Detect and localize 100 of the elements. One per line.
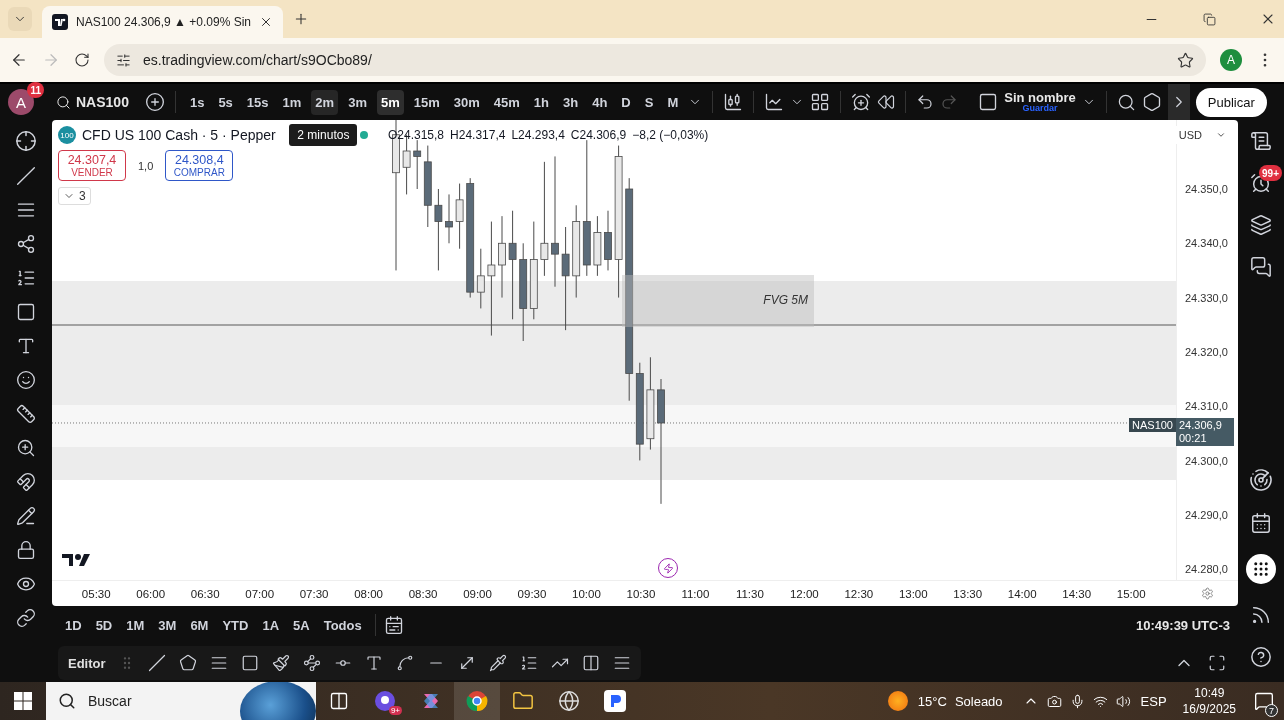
weather-condition[interactable]: Soleado [954, 693, 1003, 709]
interval-tab[interactable]: 15s [242, 89, 273, 115]
interval-tab[interactable]: 4h [588, 89, 612, 115]
windows-logo-icon[interactable] [14, 692, 32, 710]
range-button[interactable]: Todos [318, 613, 367, 637]
back-icon[interactable] [10, 51, 28, 69]
help-icon[interactable] [1250, 646, 1272, 668]
text-icon[interactable] [364, 654, 383, 672]
pencil-icon[interactable] [16, 506, 36, 526]
interval-tab[interactable]: 1h [529, 89, 553, 115]
interval-tab[interactable]: D [617, 89, 635, 115]
url-text[interactable]: es.tradingview.com/chart/s9OCbo89/ [143, 52, 372, 68]
sun-icon[interactable] [887, 691, 908, 711]
speaker-icon[interactable] [1115, 693, 1131, 709]
wifi-icon[interactable] [1092, 693, 1108, 709]
range-button[interactable]: 1A [257, 613, 285, 637]
interval-tab[interactable]: 3h [559, 89, 583, 115]
interval-tab[interactable]: 3m [344, 89, 371, 115]
interval-tab[interactable]: 2m [311, 89, 339, 115]
app-icon[interactable] [604, 690, 626, 712]
interval-tab[interactable]: 5s [214, 89, 237, 115]
lines-tool-icon[interactable] [209, 654, 228, 672]
range-button[interactable]: 3M [153, 613, 182, 637]
smiley-icon[interactable] [16, 370, 36, 390]
quick-search-icon[interactable] [1116, 92, 1136, 112]
square-icon[interactable] [16, 302, 36, 322]
sell-button[interactable]: 24.307,4 VENDER [58, 150, 126, 181]
rewind-icon[interactable] [877, 93, 896, 111]
calendar-icon[interactable] [1250, 512, 1272, 534]
lock-icon[interactable] [16, 540, 36, 560]
brush-icon[interactable] [271, 654, 290, 672]
buy-button[interactable]: 24.308,4 COMPRAR [165, 150, 234, 181]
search-icon[interactable] [56, 94, 71, 110]
site-info-icon[interactable] [116, 52, 131, 68]
restore-icon[interactable] [1203, 12, 1216, 26]
path-tool-icon[interactable] [395, 654, 414, 672]
range-button[interactable]: 5A [288, 613, 315, 637]
chat-icon[interactable] [1250, 256, 1272, 278]
range-tool-icon[interactable] [581, 654, 600, 672]
range-button[interactable]: 5D [90, 613, 118, 637]
folder-icon[interactable] [512, 690, 534, 712]
reload-icon[interactable] [74, 52, 90, 68]
trend-line-icon[interactable] [16, 166, 36, 186]
list-lines-icon[interactable] [16, 268, 36, 288]
clock-text[interactable]: 10:49:39 UTC-3 [1136, 617, 1230, 633]
square-icon[interactable] [978, 92, 999, 112]
interval-tab[interactable]: M [663, 89, 683, 115]
line-tool-icon[interactable] [147, 654, 166, 672]
interval-tab[interactable]: 1s [185, 89, 209, 115]
clock-date[interactable]: 10:49 16/9/2025 [1182, 685, 1236, 717]
microphone-icon[interactable] [1069, 693, 1085, 709]
interval-tab[interactable]: 5m [376, 89, 404, 115]
range-button[interactable]: 1D [60, 613, 87, 637]
fullscreen-icon[interactable] [1208, 654, 1226, 672]
rectangle-tool-icon[interactable] [240, 654, 259, 672]
link-icon[interactable] [16, 608, 36, 628]
signal-icon[interactable] [1250, 604, 1272, 626]
profile-avatar[interactable]: A [1220, 49, 1242, 71]
watchlist-icon[interactable] [1250, 130, 1272, 152]
target-icon[interactable] [1249, 468, 1273, 492]
menu-lines-icon[interactable] [612, 654, 631, 672]
close-icon[interactable] [259, 15, 273, 29]
indicators-toggle[interactable]: 3 [58, 187, 91, 205]
list-tool-icon[interactable] [519, 654, 538, 672]
interval-tab[interactable]: 30m [449, 89, 484, 115]
task-view-icon[interactable] [329, 691, 349, 711]
text-icon[interactable] [16, 336, 36, 356]
camera-icon[interactable] [1046, 693, 1062, 709]
interval-tab[interactable]: 15m [409, 89, 444, 115]
alarm-clock-plus-icon[interactable] [851, 92, 872, 112]
temperature-text[interactable]: 15°C [917, 693, 947, 709]
interval-tab[interactable]: 1m [278, 89, 306, 115]
browser-tab[interactable]: NAS100 24.306,9 ▲ +0.09% Sin [42, 6, 283, 38]
redo-icon[interactable] [940, 93, 959, 111]
crosshair-icon[interactable] [15, 130, 37, 152]
editor-label[interactable]: Editor [68, 655, 106, 671]
pattern-icon[interactable] [16, 234, 36, 254]
globe-app-icon[interactable] [558, 690, 580, 712]
pattern-tool-icon[interactable] [302, 654, 321, 672]
range-button[interactable]: 1M [121, 613, 150, 637]
chrome-icon[interactable] [466, 690, 488, 712]
interval-tab[interactable]: 45m [489, 89, 524, 115]
shape-tool-icon[interactable] [178, 654, 197, 672]
range-button[interactable]: 6M [185, 613, 214, 637]
candlestick-icon[interactable] [723, 92, 744, 112]
layout-grid-icon[interactable] [810, 92, 831, 112]
zoom-in-icon[interactable] [16, 438, 36, 458]
indicators-icon[interactable] [764, 92, 785, 112]
interval-tab[interactable]: S [640, 89, 658, 115]
new-tab-icon[interactable] [293, 11, 309, 27]
add-symbol-icon[interactable] [144, 92, 165, 112]
range-button[interactable]: YTD [217, 613, 254, 637]
ruler-icon[interactable] [16, 404, 36, 424]
bookmark-star-icon[interactable] [1177, 51, 1194, 69]
undo-icon[interactable] [916, 93, 935, 111]
magnet-icon[interactable] [16, 472, 36, 492]
calendar-icon[interactable] [383, 615, 404, 635]
layers-icon[interactable] [1250, 214, 1272, 236]
publish-button[interactable]: Publicar [1195, 87, 1267, 117]
language-text[interactable]: ESP [1140, 693, 1167, 709]
